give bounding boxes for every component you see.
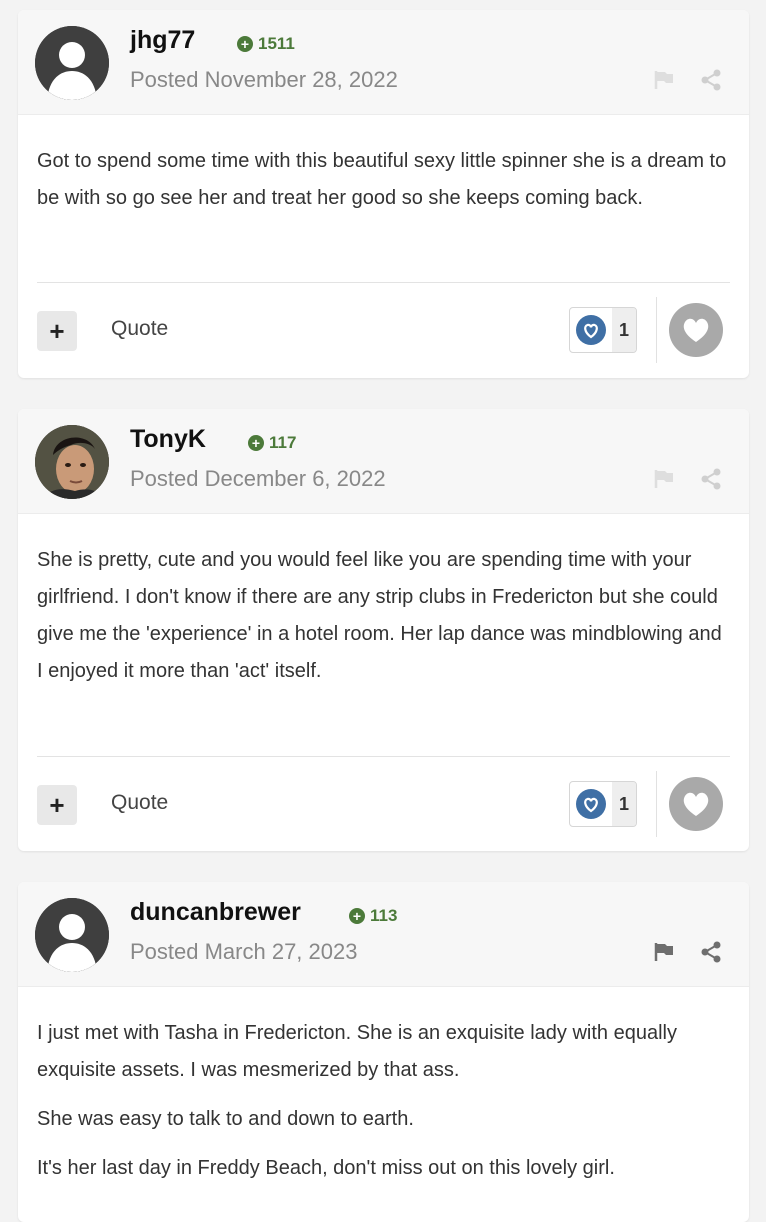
divider [656, 297, 657, 363]
reaction-count-button[interactable]: 1 [569, 781, 637, 827]
default-avatar-icon[interactable] [35, 26, 109, 100]
plus-circle-icon: + [237, 36, 253, 52]
post-footer: + Quote 1 [37, 282, 730, 378]
reputation-count: 117 [269, 433, 297, 452]
default-avatar-icon[interactable] [35, 898, 109, 972]
user-photo-avatar[interactable] [35, 425, 109, 499]
post-jhg77: jhg77 + 1511 Posted November 28, 2022 Go… [18, 10, 749, 378]
post-paragraph: I just met with Tasha in Fredericton. Sh… [37, 1022, 677, 1081]
report-flag-icon[interactable] [652, 940, 676, 964]
reputation-count: 113 [370, 906, 398, 925]
react-heart-button[interactable] [669, 303, 723, 357]
post-paragraph: Got to spend some time with this beautif… [37, 150, 727, 209]
heart-icon [683, 792, 709, 816]
reputation-badge: + 113 [349, 906, 397, 926]
reaction-count: 1 [612, 782, 636, 826]
plus-circle-icon: + [349, 908, 365, 924]
report-flag-icon[interactable] [652, 68, 676, 92]
reputation-count: 1511 [258, 34, 295, 53]
quote-button[interactable]: Quote [111, 317, 168, 341]
post-paragraph: She is pretty, cute and you would feel l… [37, 549, 722, 682]
post-header: duncanbrewer + 113 Posted March 27, 2023 [18, 882, 749, 987]
share-icon[interactable] [699, 940, 723, 964]
post-header: TonyK + 117 Posted December 6, 2022 [18, 409, 749, 514]
reputation-badge: + 117 [248, 433, 296, 453]
post-paragraph: She was easy to talk to and down to eart… [37, 1108, 414, 1130]
share-icon[interactable] [699, 68, 723, 92]
username[interactable]: TonyK [130, 425, 206, 454]
multiquote-button[interactable]: + [37, 311, 77, 351]
post-date[interactable]: Posted November 28, 2022 [130, 67, 398, 93]
post-content: I just met with Tasha in Fredericton. Sh… [18, 987, 749, 1187]
post-footer: + Quote 1 [37, 756, 730, 851]
username[interactable]: jhg77 [130, 26, 195, 55]
react-heart-button[interactable] [669, 777, 723, 831]
username[interactable]: duncanbrewer [130, 898, 301, 927]
post-header: jhg77 + 1511 Posted November 28, 2022 [18, 10, 749, 115]
reputation-badge: + 1511 [237, 34, 295, 54]
quote-button[interactable]: Quote [111, 791, 168, 815]
plus-circle-icon: + [248, 435, 264, 451]
post-paragraph: It's her last day in Freddy Beach, don't… [37, 1157, 615, 1179]
heart-reaction-icon [570, 308, 612, 352]
reaction-count-button[interactable]: 1 [569, 307, 637, 353]
reaction-count: 1 [612, 308, 636, 352]
post-content: She is pretty, cute and you would feel l… [18, 514, 749, 756]
heart-icon [683, 318, 709, 342]
post-content: Got to spend some time with this beautif… [18, 115, 749, 282]
heart-reaction-icon [570, 782, 612, 826]
post-date[interactable]: Posted December 6, 2022 [130, 466, 386, 492]
post-duncanbrewer: duncanbrewer + 113 Posted March 27, 2023… [18, 882, 749, 1222]
post-date[interactable]: Posted March 27, 2023 [130, 939, 357, 965]
share-icon[interactable] [699, 467, 723, 491]
post-tonyk: TonyK + 117 Posted December 6, 2022 She … [18, 409, 749, 851]
divider [656, 771, 657, 837]
report-flag-icon[interactable] [652, 467, 676, 491]
multiquote-button[interactable]: + [37, 785, 77, 825]
